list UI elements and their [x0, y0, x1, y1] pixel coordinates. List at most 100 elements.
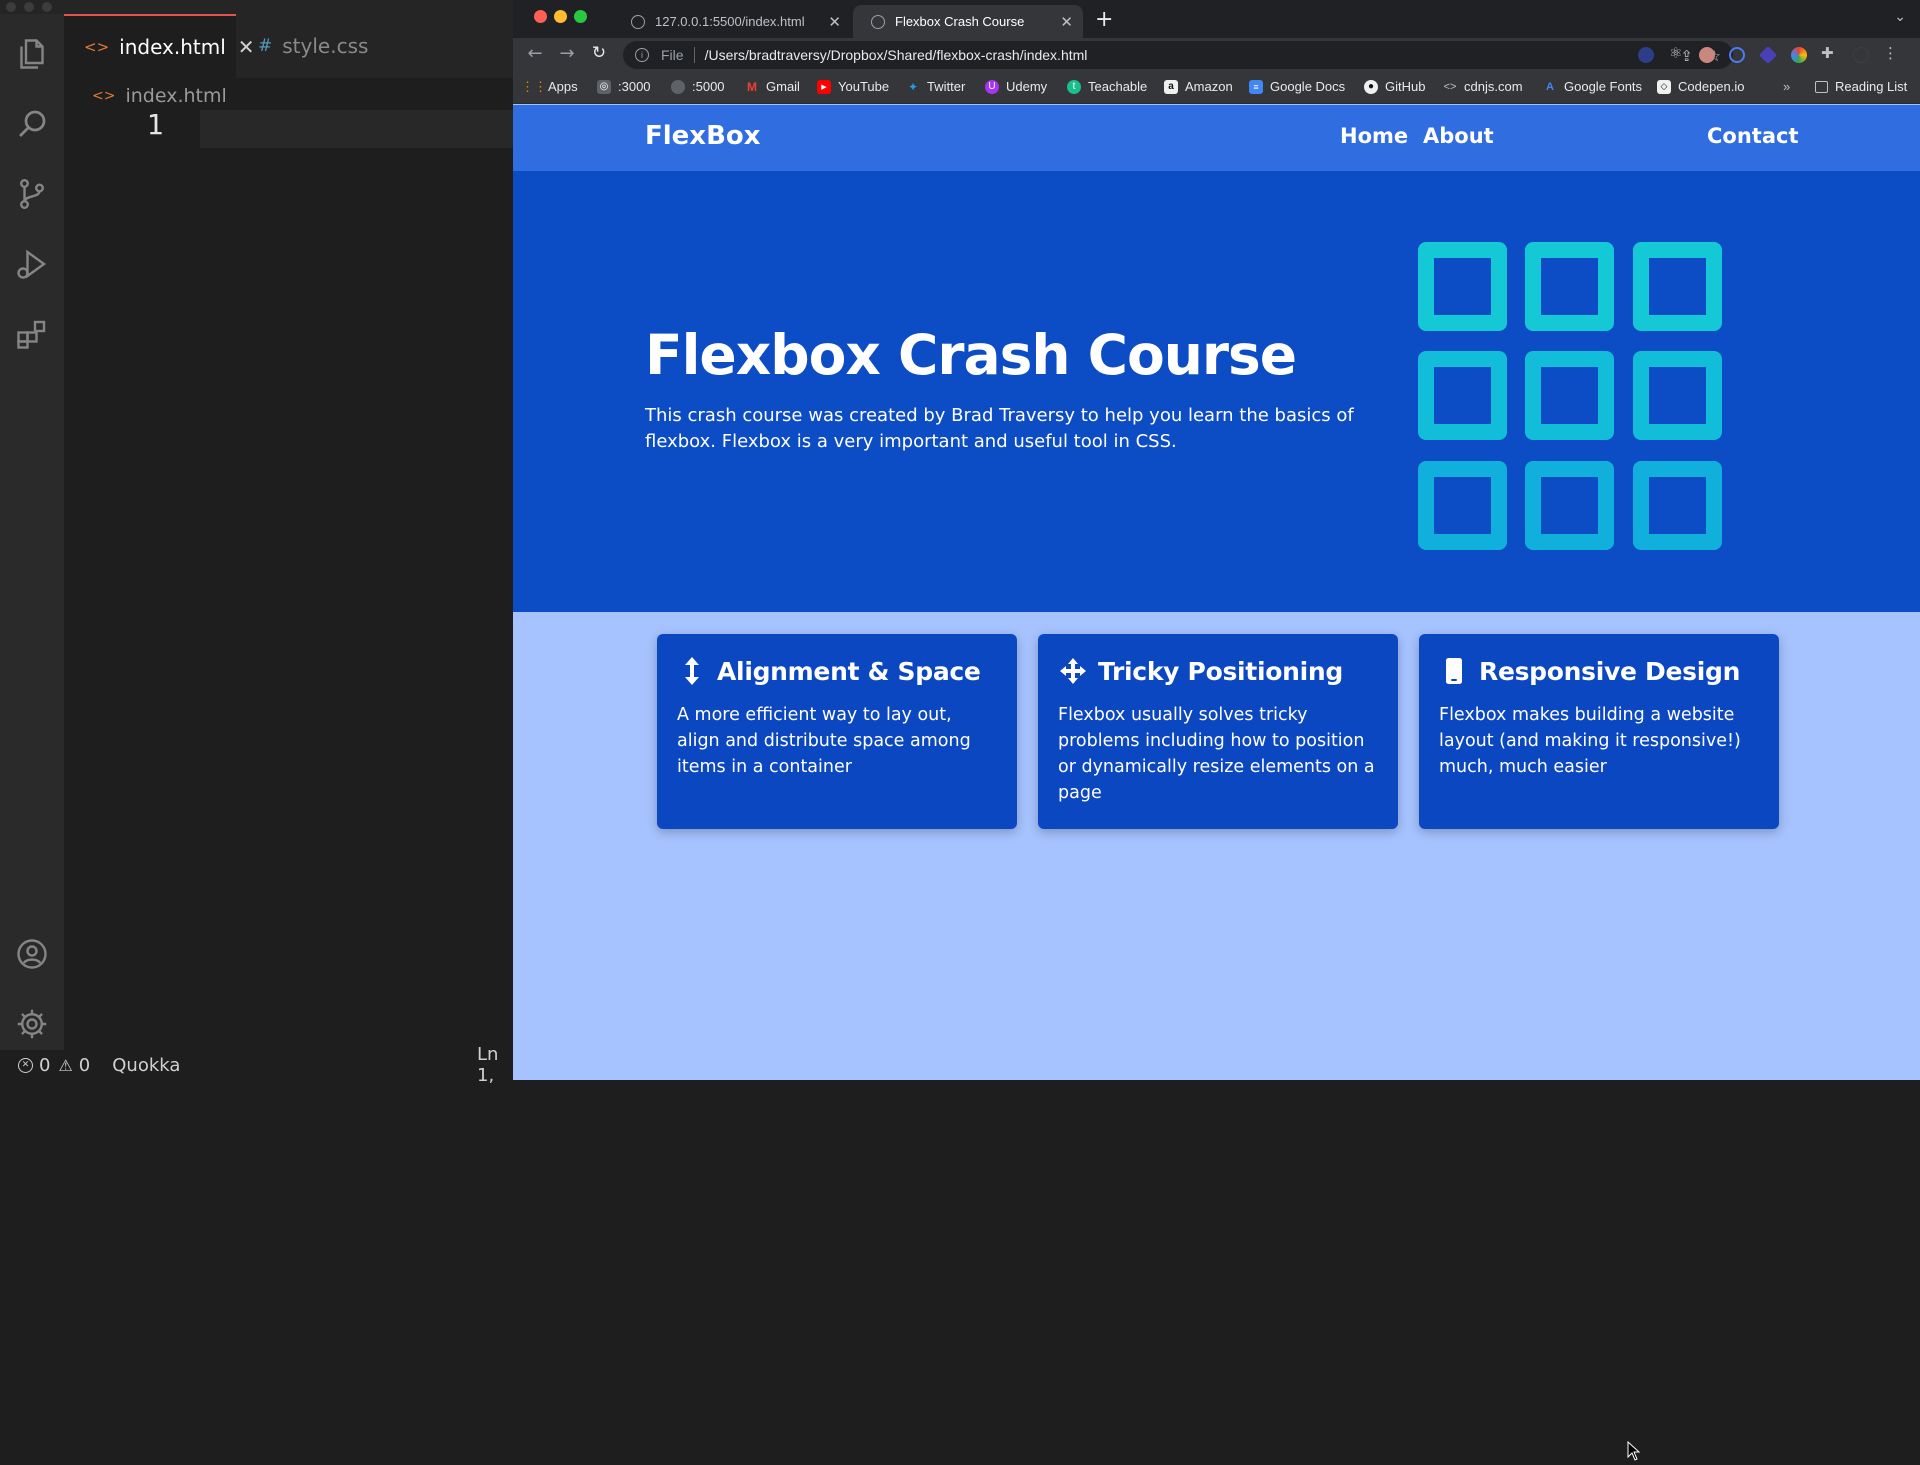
back-arrow-icon[interactable]: ←: [523, 43, 547, 64]
nav-link-home[interactable]: Home: [1340, 124, 1408, 148]
extension-icon[interactable]: [1699, 47, 1715, 63]
address-bar[interactable]: i File /Users/bradtraversy/Dropbox/Share…: [623, 41, 1733, 69]
window-minimize-button[interactable]: [554, 10, 567, 23]
bookmark-teachable[interactable]: t Teachable: [1067, 79, 1147, 94]
extensions-puzzle-icon[interactable]: ✚: [1821, 44, 1837, 62]
activity-bar: [0, 14, 64, 1050]
web-page: FlexBox Home About Contact Flexbox Crash…: [513, 105, 1920, 1461]
bookmark-gmail[interactable]: M Gmail: [745, 79, 800, 94]
minimize-dot-inactive[interactable]: [24, 2, 34, 12]
grid-square: [1418, 242, 1507, 331]
close-dot-inactive[interactable]: [6, 2, 16, 12]
address-separator: [693, 47, 695, 63]
bookmark-amazon[interactable]: a Amazon: [1164, 79, 1233, 94]
bookmark-label: Twitter: [927, 79, 966, 94]
react-devtools-icon[interactable]: ⚛: [1669, 44, 1685, 62]
extension-icon[interactable]: [1791, 47, 1807, 63]
quokka-status[interactable]: Quokka: [112, 1055, 180, 1076]
bookmark-label: cdnjs.com: [1464, 79, 1523, 94]
bookmark-5000[interactable]: :5000: [671, 79, 725, 94]
globe-icon: [671, 79, 685, 94]
feature-card-positioning: Tricky Positioning Flexbox usually solve…: [1038, 634, 1398, 829]
bookmark-github[interactable]: ● GitHub: [1364, 79, 1425, 94]
bookmark-label: :3000: [618, 79, 651, 94]
feature-card-text: Flexbox usually solves tricky problems i…: [1058, 705, 1375, 803]
bookmarks-bar: ⋮⋮ Apps ◎:3000 :5000 M Gmail ▶ YouTube ✦ Twi…: [513, 72, 1920, 104]
files-icon[interactable]: [8, 30, 56, 78]
warning-count[interactable]: 0: [79, 1055, 90, 1076]
extension-icon[interactable]: [1638, 47, 1654, 63]
bookmark-label: GitHub: [1385, 79, 1426, 94]
features-section: Alignment & Space A more efficient way t…: [513, 612, 1920, 1461]
close-icon[interactable]: ✕: [828, 13, 841, 31]
address-scheme-label: File: [661, 47, 684, 63]
bookmark-codepen[interactable]: ◇ Codepen.io: [1657, 79, 1745, 94]
gmail-icon: M: [747, 79, 757, 94]
account-icon[interactable]: [8, 930, 56, 978]
source-control-icon[interactable]: [8, 170, 56, 218]
info-icon[interactable]: i: [635, 48, 649, 62]
extension-icon[interactable]: [1758, 45, 1778, 65]
nav-link-about[interactable]: About: [1423, 124, 1494, 148]
browser-tab-title: Flexbox Crash Course: [895, 14, 1025, 29]
reload-icon[interactable]: ↻: [587, 43, 611, 63]
browser-window: 127.0.0.1:5500/index.html ✕ Flexbox Cras…: [513, 0, 1920, 1461]
bookmark-label: Google Fonts: [1564, 79, 1643, 94]
address-url[interactable]: /Users/bradtraversy/Dropbox/Shared/flexb…: [705, 47, 1088, 63]
vscode-window: <> index.html ✕ # style.css <> index.htm…: [0, 0, 513, 1086]
feature-card-text: A more efficient way to lay out, align a…: [677, 705, 971, 777]
search-icon[interactable]: [8, 100, 56, 148]
feature-card-title: Alignment & Space: [717, 656, 981, 686]
globe-icon: [631, 14, 645, 29]
bookmark-label: Apps: [548, 79, 578, 94]
hero-text: This crash course was created by Brad Tr…: [645, 405, 1354, 452]
mobile-phone-icon: [1439, 656, 1469, 686]
breadcrumb-file[interactable]: index.html: [125, 85, 226, 107]
browser-tab-localhost[interactable]: 127.0.0.1:5500/index.html ✕: [611, 5, 851, 38]
new-tab-plus-icon[interactable]: +: [1095, 7, 1113, 32]
site-navbar: FlexBox Home About Contact: [513, 105, 1920, 171]
error-count[interactable]: 0: [39, 1055, 50, 1076]
bookmark-google-fonts[interactable]: A Google Fonts: [1543, 79, 1642, 94]
tab-search-chevron-icon[interactable]: ⌄: [1894, 9, 1906, 25]
close-icon[interactable]: ✕: [1060, 13, 1073, 31]
site-logo[interactable]: FlexBox: [645, 121, 761, 151]
bookmark-google-docs[interactable]: ≡ Google Docs: [1249, 79, 1345, 94]
hero-title: Flexbox Crash Course: [645, 323, 1297, 387]
reading-list-label: Reading List: [1835, 79, 1908, 94]
window-zoom-button[interactable]: [574, 10, 587, 23]
browser-tab-flexbox[interactable]: Flexbox Crash Course ✕: [853, 5, 1083, 38]
extension-icon[interactable]: [1729, 47, 1745, 63]
bookmark-label: Google Docs: [1270, 79, 1346, 94]
udemy-icon: U: [985, 79, 999, 94]
codepen-icon: ◇: [1657, 79, 1671, 94]
bookmark-twitter[interactable]: ✦ Twitter: [906, 79, 965, 94]
apps-grid-icon: ⋮⋮: [521, 78, 547, 94]
grid-square: [1418, 461, 1507, 550]
tab-style-css[interactable]: # style.css: [236, 14, 376, 78]
warning-icon[interactable]: ⚠: [58, 1056, 72, 1075]
bookmarks-overflow-button[interactable]: »: [1783, 79, 1790, 94]
browser-tab-strip: 127.0.0.1:5500/index.html ✕ Flexbox Cras…: [513, 0, 1920, 38]
current-line-highlight[interactable]: [200, 110, 513, 148]
extensions-icon[interactable]: [8, 310, 56, 358]
error-icon[interactable]: ✕: [18, 1057, 33, 1073]
window-close-button[interactable]: [534, 10, 547, 23]
bookmark-udemy[interactable]: U Udemy: [985, 79, 1047, 94]
reading-list-button[interactable]: Reading List: [1815, 79, 1907, 94]
nav-link-contact[interactable]: Contact: [1707, 124, 1799, 148]
browser-menu-icon[interactable]: ⋮: [1883, 44, 1899, 62]
bookmark-3000[interactable]: ◎:3000: [597, 79, 651, 94]
zoom-dot-inactive[interactable]: [42, 2, 52, 12]
profile-avatar-icon[interactable]: [1853, 47, 1869, 63]
settings-gear-icon[interactable]: [8, 1000, 56, 1048]
bookmark-cdnjs[interactable]: <> cdnjs.com: [1443, 79, 1523, 94]
feature-card-title: Responsive Design: [1479, 656, 1741, 686]
bookmark-youtube[interactable]: ▶ YouTube: [817, 79, 889, 94]
run-debug-icon[interactable]: [8, 240, 56, 288]
status-bar: ✕ 0 ⚠ 0 Quokka Ln 1,: [0, 1044, 513, 1086]
html-icon: <>: [84, 38, 110, 56]
tab-index-html[interactable]: <> index.html ✕: [64, 14, 255, 78]
bookmark-apps[interactable]: ⋮⋮ Apps: [521, 78, 578, 95]
forward-arrow-icon[interactable]: →: [555, 43, 579, 64]
